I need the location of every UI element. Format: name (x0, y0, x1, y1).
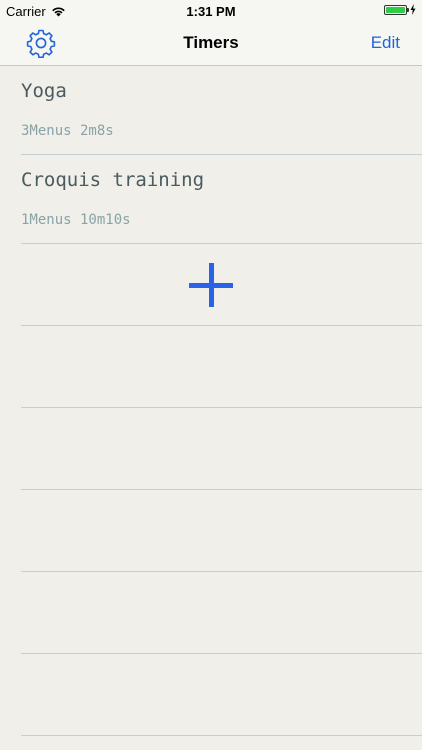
timer-name: Croquis training (21, 169, 205, 191)
empty-row (21, 326, 422, 408)
timer-name: Yoga (21, 80, 67, 102)
charging-bolt-icon (410, 4, 416, 15)
empty-row (21, 408, 422, 490)
add-timer-row (21, 244, 422, 326)
add-timer-button[interactable] (189, 263, 233, 307)
timer-row-yoga[interactable]: Yoga 3Menus 2m8s (21, 66, 422, 155)
battery-icon (384, 4, 409, 15)
timer-detail: 3Menus 2m8s (21, 123, 114, 139)
timer-detail: 1Menus 10m10s (21, 212, 131, 228)
edit-button[interactable]: Edit (371, 33, 400, 53)
battery-indicator (384, 4, 416, 15)
empty-row (21, 654, 422, 736)
empty-row (21, 572, 422, 654)
timer-row-croquis-training[interactable]: Croquis training 1Menus 10m10s (21, 155, 422, 244)
navigation-bar: Timers Edit (0, 22, 422, 66)
empty-row (21, 490, 422, 572)
timer-list: Yoga 3Menus 2m8s Croquis training 1Menus… (0, 66, 422, 736)
status-bar: Carrier 1:31 PM (0, 0, 422, 22)
page-title: Timers (183, 33, 239, 52)
status-time: 1:31 PM (186, 4, 236, 19)
